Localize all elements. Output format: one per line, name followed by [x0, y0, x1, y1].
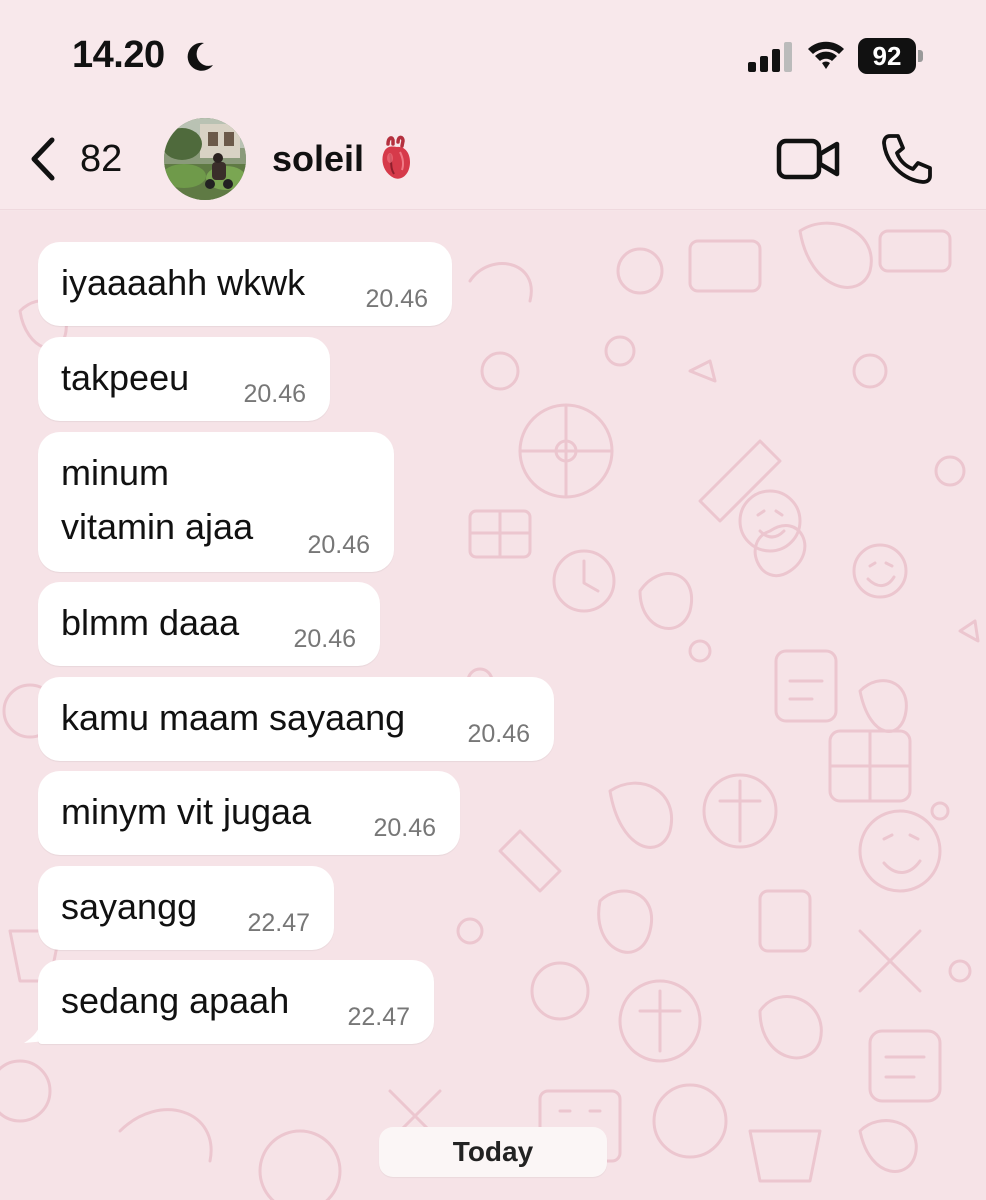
message-bubble[interactable]: minum vitamin ajaa 20.46 — [38, 432, 394, 572]
avatar[interactable] — [164, 118, 246, 200]
message-text: sedang apaah — [61, 980, 290, 1021]
message-bubble[interactable]: takpeeu 20.46 — [38, 337, 330, 421]
status-time: 14.20 — [72, 34, 165, 76]
wifi-icon — [808, 41, 844, 69]
message-time: 20.46 — [365, 285, 428, 313]
message-text: minum vitamin ajaa — [61, 452, 254, 547]
message-text: sayangg — [61, 886, 198, 927]
status-bar: 14.20 92 — [0, 0, 986, 112]
video-call-icon[interactable] — [776, 136, 840, 182]
message-bubble[interactable]: iyaaaahh wkwk 20.46 — [38, 242, 452, 326]
message-text: blmm daaa — [61, 602, 240, 643]
message-text: minym vit jugaa — [61, 791, 312, 832]
anatomical-heart-icon — [382, 135, 410, 179]
message-time: 20.46 — [467, 720, 530, 748]
message-bubble[interactable]: sayangg 22.47 — [38, 866, 334, 950]
message-bubble[interactable]: sedang apaah 22.47 — [38, 960, 434, 1044]
chat-area[interactable]: iyaaaahh wkwk 20.46 takpeeu 20.46 minum … — [0, 211, 986, 1200]
avatar-photo — [164, 118, 246, 200]
voice-call-icon[interactable] — [880, 132, 934, 186]
message-time: 22.47 — [347, 1003, 410, 1031]
message-text: kamu maam sayaang — [61, 697, 406, 738]
date-separator: Today — [379, 1127, 607, 1177]
message-time: 20.46 — [243, 380, 306, 408]
message-bubble[interactable]: minym vit jugaa 20.46 — [38, 771, 460, 855]
battery-level: 92 — [872, 41, 902, 71]
message-text: takpeeu — [61, 357, 190, 398]
chat-header: 82 soleil — [0, 112, 986, 210]
message-time: 20.46 — [293, 625, 356, 653]
message-time: 20.46 — [307, 531, 370, 559]
message-text: iyaaaahh wkwk — [61, 262, 306, 303]
message-time: 22.47 — [247, 909, 310, 937]
moon-icon — [187, 42, 213, 71]
battery-icon: 92 — [858, 38, 924, 74]
back-chevron-icon[interactable] — [28, 136, 60, 182]
message-bubble[interactable]: kamu maam sayaang 20.46 — [38, 677, 554, 761]
unread-count[interactable]: 82 — [80, 138, 122, 181]
contact-name[interactable]: soleil — [272, 138, 364, 180]
message-bubble[interactable]: blmm daaa 20.46 — [38, 582, 380, 666]
signal-icon — [748, 42, 792, 72]
message-time: 20.46 — [373, 814, 436, 842]
